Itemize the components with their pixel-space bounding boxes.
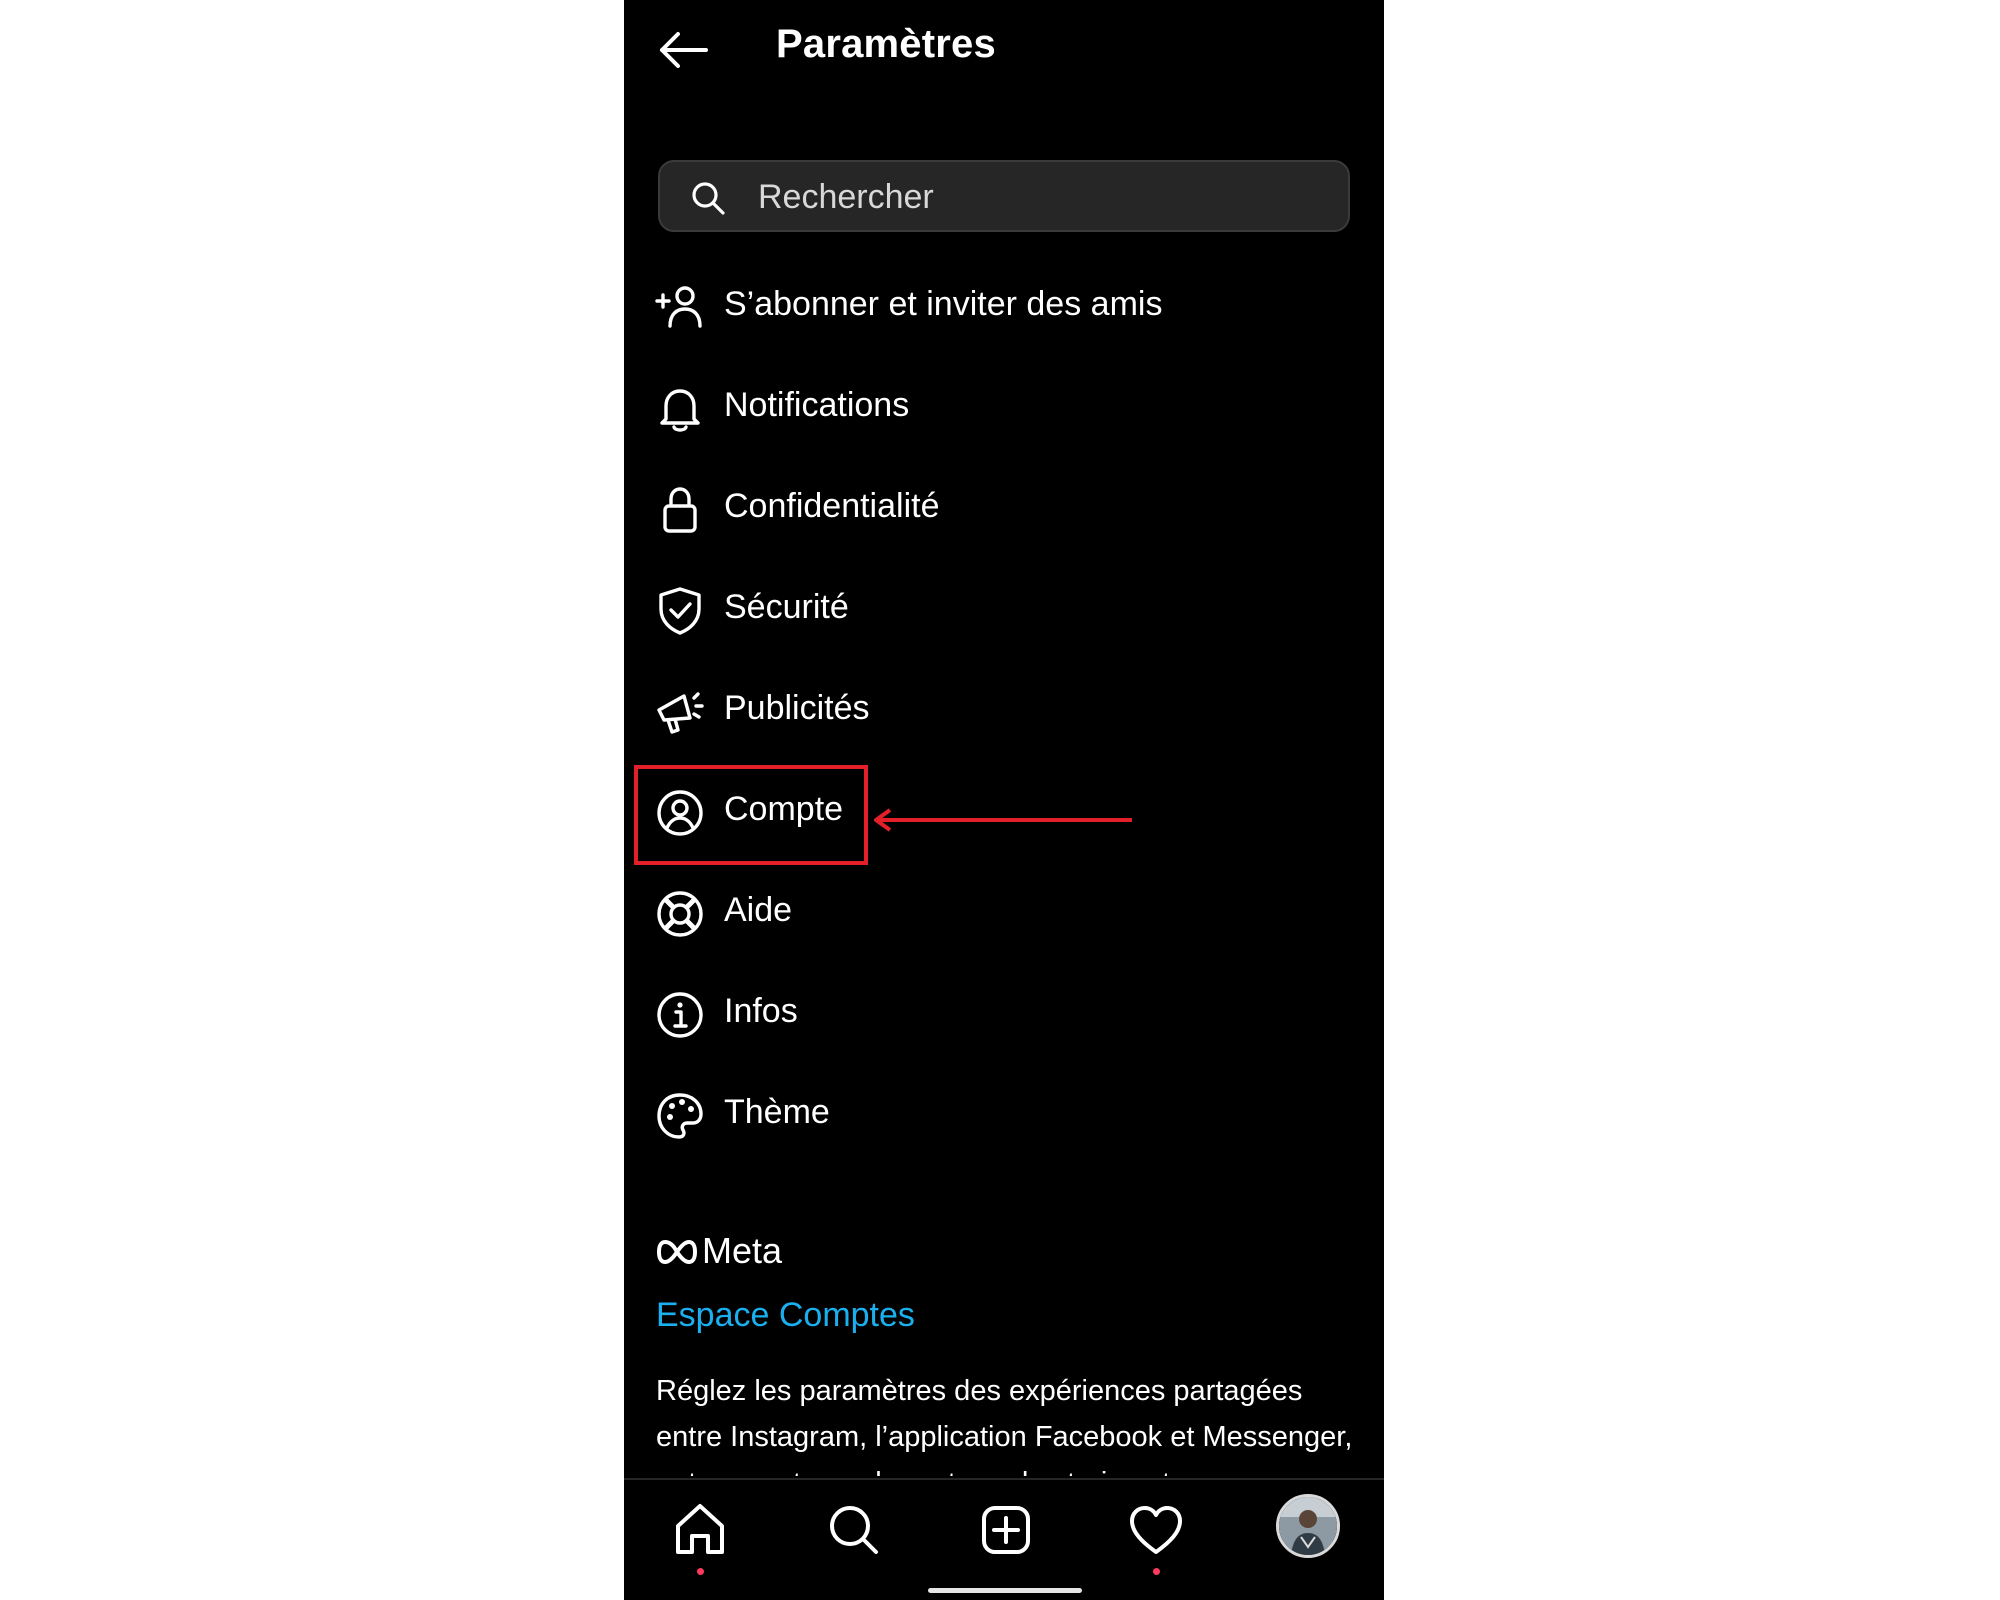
page-title: Paramètres (776, 22, 996, 66)
megaphone-icon (657, 692, 704, 734)
menu-item-security[interactable]: Sécurité (624, 561, 1384, 657)
menu-item-label: Publicités (724, 689, 870, 727)
menu-item-help[interactable]: Aide (624, 864, 1384, 960)
meta-logo-text: Meta (702, 1230, 783, 1271)
annotation-arrow-icon (874, 808, 1132, 832)
nav-activity-button[interactable] (1124, 1498, 1188, 1562)
nav-home-button[interactable] (668, 1498, 732, 1562)
bottom-nav (624, 1480, 1384, 1600)
menu-item-notifications[interactable]: Notifications (624, 359, 1384, 455)
info-icon (657, 992, 703, 1038)
nav-profile-avatar[interactable] (1276, 1494, 1340, 1558)
bell-icon (660, 389, 700, 432)
back-button[interactable] (656, 28, 712, 72)
heart-icon (1130, 1506, 1182, 1554)
back-arrow-icon (660, 32, 708, 68)
menu-item-label: Thème (724, 1093, 830, 1131)
menu-item-follow-invite[interactable]: S’abonner et inviter des amis (624, 258, 1384, 354)
nav-notification-dot (1153, 1568, 1160, 1575)
nav-create-button[interactable] (974, 1498, 1038, 1562)
settings-screen: Paramètres S’abonner et inviter des amis… (624, 0, 1384, 1600)
search-bar[interactable] (658, 160, 1350, 232)
search-icon (692, 182, 725, 215)
palette-icon (657, 1093, 703, 1139)
search-icon (830, 1506, 878, 1554)
nav-search-button[interactable] (822, 1498, 886, 1562)
lock-icon (663, 487, 697, 533)
create-post-icon (982, 1506, 1030, 1554)
menu-item-privacy[interactable]: Confidentialité (624, 460, 1384, 556)
nav-notification-dot (697, 1568, 704, 1575)
top-bar: Paramètres (624, 0, 1384, 110)
avatar-image (1279, 1497, 1337, 1555)
menu-item-label: S’abonner et inviter des amis (724, 285, 1163, 323)
search-input[interactable] (758, 172, 1318, 222)
annotation-highlight-box (634, 765, 868, 865)
meta-infinity-icon (656, 1239, 698, 1265)
meta-description: Réglez les paramètres des expériences pa… (656, 1375, 1353, 1476)
menu-item-label: Aide (724, 891, 793, 929)
add-person-icon (655, 286, 702, 328)
home-icon (676, 1504, 724, 1554)
menu-item-about[interactable]: Infos (624, 965, 1384, 1061)
menu-item-label: Confidentialité (724, 487, 940, 525)
home-indicator (928, 1588, 1082, 1593)
menu-item-theme[interactable]: Thème (624, 1066, 1384, 1162)
menu-item-ads[interactable]: Publicités (624, 662, 1384, 758)
menu-item-label: Notifications (724, 386, 910, 424)
shield-check-icon (659, 587, 701, 635)
menu-item-label: Infos (724, 992, 798, 1030)
meta-logo: Meta (656, 1230, 876, 1274)
menu-item-label: Sécurité (724, 588, 849, 626)
lifebuoy-icon (657, 891, 703, 937)
accounts-center-link[interactable]: Espace Comptes (656, 1296, 915, 1335)
